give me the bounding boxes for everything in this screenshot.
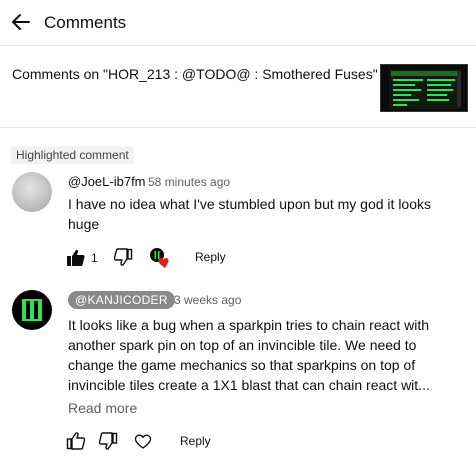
video-info-row[interactable]: Comments on "HOR_213 : @TODO@ : Smothere… xyxy=(0,47,476,128)
comment-author[interactable]: @JoeL-ib7fm xyxy=(68,174,146,189)
thumbs-up-icon[interactable] xyxy=(66,431,86,451)
comment-author-badge[interactable]: @KANJICODER xyxy=(68,291,175,309)
thumbs-down-icon[interactable] xyxy=(113,247,133,267)
comment-line: I have no idea what I've stumbled upon b… xyxy=(68,196,432,212)
highlighted-comment-badge: Highlighted comment xyxy=(11,146,134,164)
top-app-bar: Comments xyxy=(0,0,476,46)
video-thumbnail[interactable] xyxy=(380,64,468,112)
comment-line: invincible tiles create a 1X1 blast that… xyxy=(68,377,430,393)
like-count: 1 xyxy=(91,251,98,265)
avatar[interactable] xyxy=(12,290,52,330)
comment-line: change the game mechanics so that sparkp… xyxy=(68,357,416,373)
back-arrow-icon[interactable] xyxy=(10,11,32,33)
heart-icon[interactable] xyxy=(133,431,153,451)
read-more-link[interactable]: Read more xyxy=(68,400,137,416)
reply-button[interactable]: Reply xyxy=(180,434,211,448)
comment-timestamp: 3 weeks ago xyxy=(174,293,242,307)
comment-line: huge xyxy=(68,216,100,232)
thumbs-down-icon[interactable] xyxy=(98,431,118,451)
avatar[interactable] xyxy=(12,172,52,212)
comment-text: It looks like a bug when a sparkpin trie… xyxy=(68,315,468,395)
page-title: Comments xyxy=(44,13,127,32)
comment-line: another spark pin on top of an invincibl… xyxy=(68,337,417,353)
comment-line: It looks like a bug when a sparkpin trie… xyxy=(68,317,430,333)
creator-heart-icon[interactable] xyxy=(149,247,169,268)
comment-timestamp: 58 minutes ago xyxy=(148,175,231,189)
comment-text: I have no idea what I've stumbled upon b… xyxy=(68,194,468,234)
video-title: Comments on "HOR_213 : @TODO@ : Smothere… xyxy=(12,66,378,82)
reply-button[interactable]: Reply xyxy=(195,250,226,264)
thumbs-up-icon[interactable] xyxy=(66,248,86,268)
